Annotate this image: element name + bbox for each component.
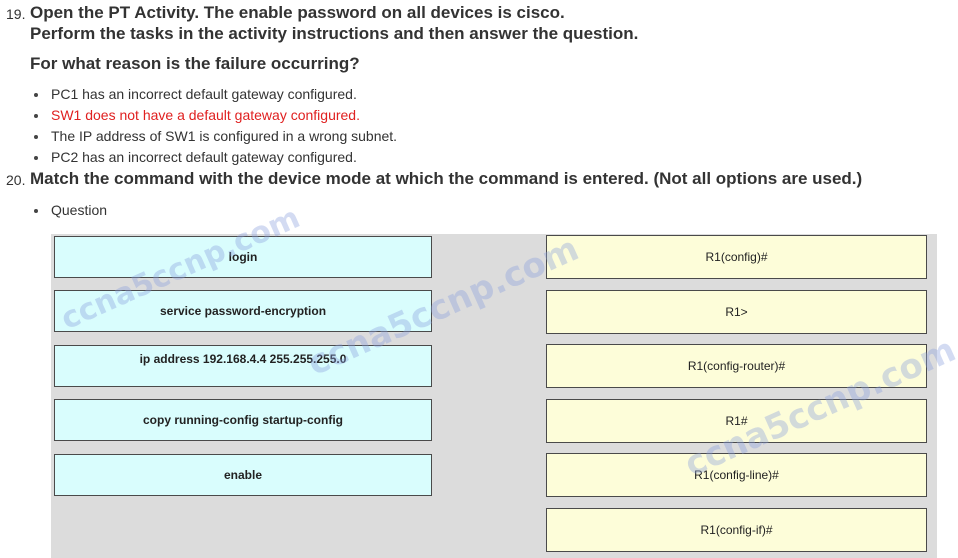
mode-line-config[interactable]: R1(config-line)# [546, 453, 927, 497]
question-20-number: 20. [6, 172, 26, 188]
question-19-prompt: For what reason is the failure occurring… [30, 54, 360, 73]
command-service-password-encryption[interactable]: service password-encryption [54, 290, 432, 332]
question-20-text: Match the command with the device mode a… [30, 169, 863, 188]
command-login[interactable]: login [54, 236, 432, 278]
option-pc1: PC1 has an incorrect default gateway con… [32, 84, 397, 105]
question-20-bullets: Question [32, 200, 107, 221]
mode-privileged-exec[interactable]: R1# [546, 399, 927, 443]
option-sw1-subnet: The IP address of SW1 is configured in a… [32, 126, 397, 147]
question-bullet: Question [32, 200, 107, 221]
command-copy-running-config[interactable]: copy running-config startup-config [54, 399, 432, 441]
question-19-line1: Open the PT Activity. The enable passwor… [30, 3, 565, 22]
question-19-number: 19. [6, 6, 26, 22]
matching-board: login service password-encryption ip add… [51, 234, 937, 558]
command-ip-address[interactable]: ip address 192.168.4.4 255.255.255.0 [54, 345, 432, 387]
mode-global-config[interactable]: R1(config)# [546, 235, 927, 279]
page: 19. Open the PT Activity. The enable pas… [0, 0, 958, 558]
question-19-options: PC1 has an incorrect default gateway con… [32, 84, 397, 168]
question-19-line2: Perform the tasks in the activity instru… [30, 24, 639, 43]
option-pc2: PC2 has an incorrect default gateway con… [32, 147, 397, 168]
mode-interface-config[interactable]: R1(config-if)# [546, 508, 927, 552]
mode-user-exec[interactable]: R1> [546, 290, 927, 334]
mode-router-config[interactable]: R1(config-router)# [546, 344, 927, 388]
command-enable[interactable]: enable [54, 454, 432, 496]
option-sw1-correct: SW1 does not have a default gateway conf… [32, 105, 397, 126]
